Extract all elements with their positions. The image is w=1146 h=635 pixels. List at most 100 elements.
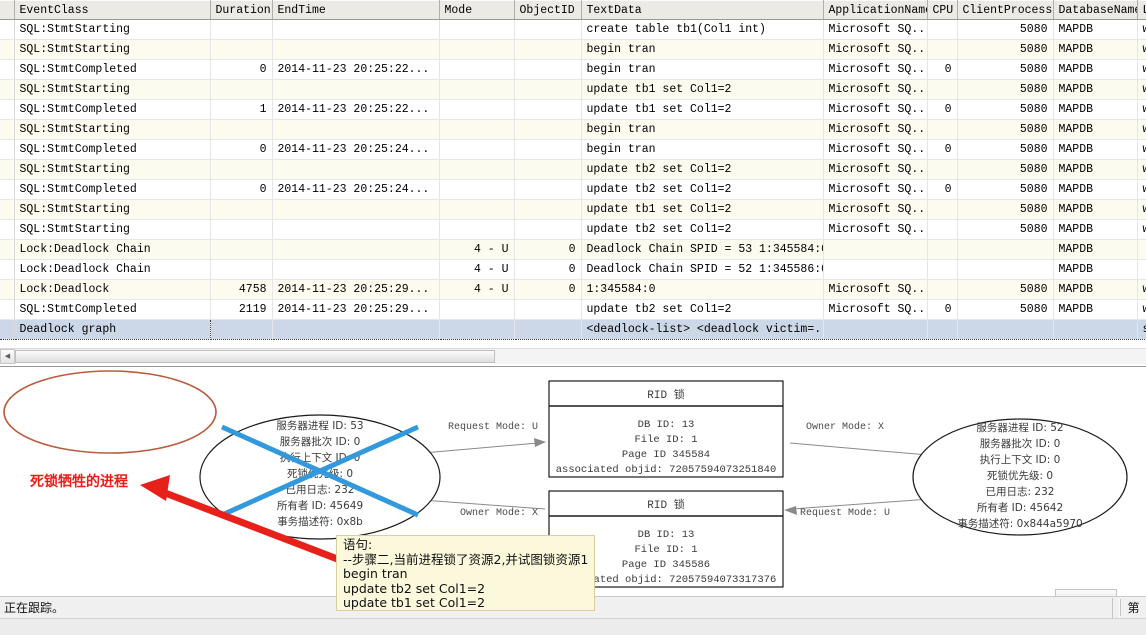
cell-databasename[interactable]: MAPDB <box>1053 79 1138 100</box>
cell-endtime[interactable]: 2014-11-23 20:25:22... <box>272 99 440 120</box>
cell-endtime[interactable] <box>272 239 440 260</box>
row-selector[interactable] <box>0 199 15 220</box>
row-selector[interactable] <box>0 119 15 140</box>
cell-objectid[interactable] <box>514 59 582 80</box>
cell-eventclass[interactable]: SQL:StmtStarting <box>14 159 211 180</box>
cell-duration[interactable] <box>210 319 273 340</box>
column-header-textdata[interactable]: TextData <box>581 0 824 20</box>
cell-databasename[interactable]: MAPDB <box>1053 279 1138 300</box>
row-selector[interactable] <box>0 159 15 180</box>
cell-eventclass[interactable]: SQL:StmtStarting <box>14 219 211 240</box>
cell-textdata[interactable]: update tb2 set Col1=2 <box>581 299 824 320</box>
cell-cpu[interactable]: 0 <box>927 139 958 160</box>
table-row[interactable]: SQL:StmtStarting begin tran Microsoft SQ..… <box>0 119 1146 140</box>
cell-databasename[interactable]: MAPDB <box>1053 139 1138 160</box>
row-selector[interactable] <box>0 259 15 280</box>
cell-endtime[interactable]: 2014-11-23 20:25:29... <box>272 279 440 300</box>
cell-cpu[interactable] <box>927 19 958 40</box>
cell-textdata[interactable]: update tb1 set Col1=2 <box>581 199 824 220</box>
cell-applicationname[interactable] <box>823 239 928 260</box>
scroll-track[interactable] <box>495 348 1146 364</box>
cell-databasename[interactable]: MAPDB <box>1053 219 1138 240</box>
cell-cpu[interactable] <box>927 199 958 220</box>
column-header-applicationname[interactable]: ApplicationName <box>823 0 928 20</box>
row-selector[interactable] <box>0 19 15 40</box>
table-row[interactable]: SQL:StmtCompleted 0 2014-11-23 20:25:24...… <box>0 139 1146 160</box>
table-row[interactable]: SQL:StmtStarting update tb1 set Col1=2 Mic… <box>0 79 1146 100</box>
table-row[interactable]: SQL:StmtStarting update tb2 set Col1=2 Mic… <box>0 159 1146 180</box>
cell-clientprocessid[interactable] <box>957 259 1054 280</box>
cell-cpu[interactable] <box>927 119 958 140</box>
cell-loginname[interactable]: wuxuel. <box>1137 19 1146 40</box>
cell-duration[interactable] <box>210 39 273 60</box>
cell-duration[interactable] <box>210 219 273 240</box>
cell-loginname[interactable]: wuxuel. <box>1137 179 1146 200</box>
table-row[interactable]: Lock:Deadlock Chain 4 - U 0 Deadlock Chain … <box>0 259 1146 280</box>
cell-mode[interactable] <box>439 299 515 320</box>
cell-databasename[interactable]: MAPDB <box>1053 159 1138 180</box>
row-selector[interactable] <box>0 99 15 120</box>
cell-eventclass[interactable]: SQL:StmtCompleted <box>14 299 211 320</box>
column-header-cpu[interactable]: CPU <box>927 0 958 20</box>
table-row[interactable]: Deadlock graph <deadlock-list> <deadlock … <box>0 319 1146 340</box>
cell-objectid[interactable]: 0 <box>514 239 582 260</box>
cell-objectid[interactable]: 0 <box>514 279 582 300</box>
cell-loginname[interactable]: wuxuel. <box>1137 139 1146 160</box>
cell-objectid[interactable] <box>514 159 582 180</box>
cell-endtime[interactable]: 2014-11-23 20:25:29... <box>272 299 440 320</box>
cell-mode[interactable] <box>439 59 515 80</box>
cell-clientprocessid[interactable]: 5080 <box>957 199 1054 220</box>
cell-objectid[interactable] <box>514 99 582 120</box>
cell-cpu[interactable]: 0 <box>927 59 958 80</box>
table-row[interactable]: SQL:StmtCompleted 0 2014-11-23 20:25:22...… <box>0 59 1146 80</box>
cell-duration[interactable] <box>210 119 273 140</box>
cell-eventclass[interactable]: SQL:StmtStarting <box>14 79 211 100</box>
cell-eventclass[interactable]: Lock:Deadlock Chain <box>14 239 211 260</box>
cell-clientprocessid[interactable]: 5080 <box>957 19 1054 40</box>
cell-eventclass[interactable]: SQL:StmtStarting <box>14 19 211 40</box>
cell-mode[interactable] <box>439 119 515 140</box>
cell-applicationname[interactable]: Microsoft SQ... <box>823 79 928 100</box>
cell-loginname[interactable]: wuxuel. <box>1137 279 1146 300</box>
cell-duration[interactable] <box>210 199 273 220</box>
column-header-databasename[interactable]: DatabaseName <box>1053 0 1138 20</box>
cell-applicationname[interactable]: Microsoft SQ... <box>823 139 928 160</box>
cell-databasename[interactable]: MAPDB <box>1053 179 1138 200</box>
cell-applicationname[interactable]: Microsoft SQ... <box>823 59 928 80</box>
cell-cpu[interactable] <box>927 279 958 300</box>
cell-endtime[interactable] <box>272 199 440 220</box>
cell-duration[interactable]: 1 <box>210 99 273 120</box>
cell-mode[interactable] <box>439 199 515 220</box>
cell-endtime[interactable]: 2014-11-23 20:25:24... <box>272 179 440 200</box>
cell-databasename[interactable]: MAPDB <box>1053 119 1138 140</box>
cell-mode[interactable] <box>439 179 515 200</box>
cell-cpu[interactable] <box>927 219 958 240</box>
cell-loginname[interactable] <box>1137 239 1146 260</box>
row-selector[interactable] <box>0 39 15 60</box>
cell-textdata[interactable]: Deadlock Chain SPID = 53 1:345584:0... <box>581 239 824 260</box>
trace-table[interactable]: EventClass Duration EndTime Mode ObjectID Tex… <box>0 0 1146 340</box>
cell-applicationname[interactable] <box>823 319 928 340</box>
cell-eventclass[interactable]: SQL:StmtStarting <box>14 119 211 140</box>
cell-endtime[interactable] <box>272 259 440 280</box>
row-header-corner[interactable] <box>0 0 15 20</box>
cell-applicationname[interactable]: Microsoft SQ... <box>823 279 928 300</box>
row-selector[interactable] <box>0 219 15 240</box>
table-row[interactable]: SQL:StmtStarting update tb2 set Col1=2 Mic… <box>0 219 1146 240</box>
cell-clientprocessid[interactable] <box>957 319 1054 340</box>
cell-objectid[interactable] <box>514 179 582 200</box>
row-selector[interactable] <box>0 59 15 80</box>
cell-eventclass[interactable]: Deadlock graph <box>13 319 211 340</box>
column-header-duration[interactable]: Duration <box>210 0 273 20</box>
cell-endtime[interactable] <box>272 39 440 60</box>
cell-eventclass[interactable]: SQL:StmtCompleted <box>14 99 211 120</box>
cell-cpu[interactable]: 0 <box>927 299 958 320</box>
cell-textdata[interactable]: create table tb1(Col1 int) <box>581 19 824 40</box>
cell-loginname[interactable]: wuxuel. <box>1137 39 1146 60</box>
cell-cpu[interactable] <box>927 259 958 280</box>
cell-textdata[interactable]: update tb1 set Col1=2 <box>581 79 824 100</box>
cell-loginname[interactable]: wuxuel. <box>1137 79 1146 100</box>
cell-textdata[interactable]: Deadlock Chain SPID = 52 1:345586:0... <box>581 259 824 280</box>
table-row[interactable]: Lock:Deadlock 4758 2014-11-23 20:25:29... 4… <box>0 279 1146 300</box>
cell-mode[interactable] <box>439 99 515 120</box>
